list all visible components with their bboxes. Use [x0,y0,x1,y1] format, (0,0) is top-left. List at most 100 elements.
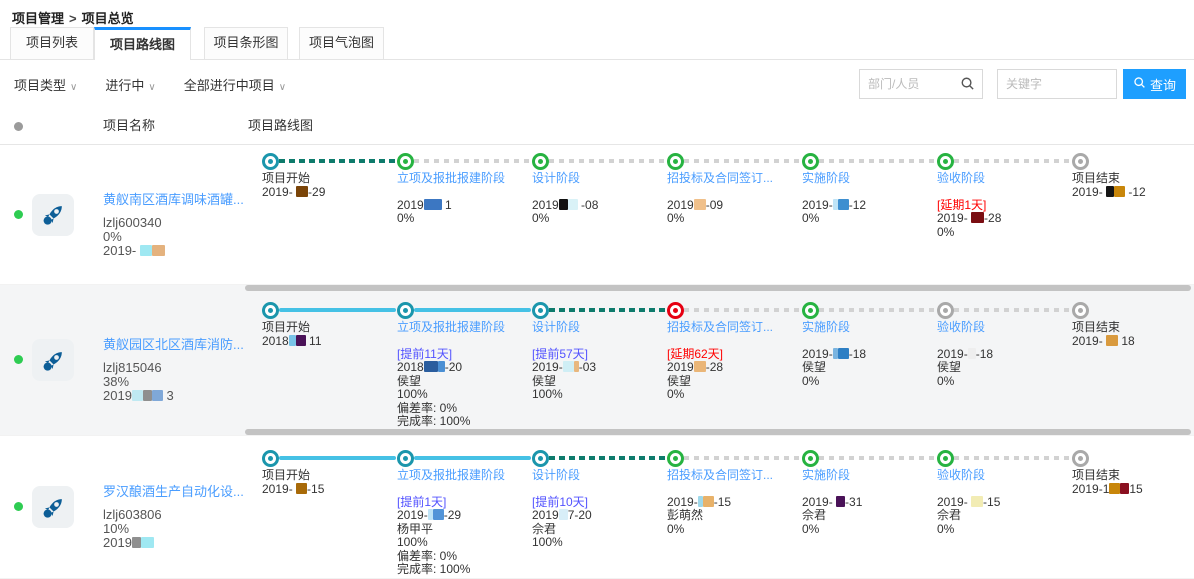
spacer [532,335,672,348]
query-button[interactable]: 查询 [1123,69,1186,99]
stage-name-link[interactable]: 实施阶段 [802,321,942,335]
stage-name-link[interactable]: 立项及报批报建阶段 [397,321,537,335]
stage-node[interactable] [262,302,279,319]
breadcrumb-page: 项目总览 [82,11,134,26]
stage-node[interactable] [667,450,684,467]
redacted-block [559,199,568,210]
stage-node[interactable] [937,153,954,170]
stage-node[interactable] [667,302,684,319]
filter-dropdown-2[interactable]: 进行中∨ [105,75,155,94]
keyword-input[interactable] [997,69,1117,99]
stage-label: 项目开始2019- -15 [262,469,402,496]
stage-node[interactable] [802,153,819,170]
stage-name-link[interactable]: 招投标及合同签订... [667,321,807,335]
query-button-label: 查询 [1150,75,1176,94]
redacted-block [694,199,706,210]
stage-node[interactable] [667,153,684,170]
tab-4[interactable]: 项目气泡图 [299,27,384,59]
stage-name-link[interactable]: 立项及报批报建阶段 [397,172,537,186]
filter-label: 进行中 [105,78,144,93]
stage-label: 项目开始2019- -29 [262,172,402,199]
stage-node[interactable] [532,302,549,319]
project-list: 黄舣南区酒库调味酒罐...lzlj6003400%2019- 项目开始2019-… [0,145,1194,579]
project-icon [32,339,74,381]
search-area: 查询 [859,69,1186,99]
stage-name-link[interactable]: 验收阶段 [937,321,1077,335]
stage-node[interactable] [1072,302,1089,319]
spacer [397,483,537,496]
search-icon [1133,76,1146,92]
stage-name-link[interactable]: 设计阶段 [532,321,672,335]
rocket-icon [40,347,67,374]
node-core [268,159,273,164]
status-dot [14,210,23,219]
tab-3[interactable]: 项目条形图 [204,27,288,59]
horizontal-scrollbar[interactable] [245,285,1191,291]
project-date: 2019 [103,536,253,550]
stage-connector [819,159,936,163]
stage-badge: [提前1天] [397,496,537,510]
spacer [802,483,942,496]
stage-detail: 0% [802,375,942,389]
tab-2[interactable]: 项目路线图 [94,27,191,60]
stage-connector [954,456,1071,460]
project-name-link[interactable]: 黄舣南区酒库调味酒罐... [103,193,253,207]
stage-detail: 0% [667,212,807,226]
stage-name-link[interactable]: 设计阶段 [532,172,672,186]
stage-badge: [延期62天] [667,348,807,362]
stage-detail: 完成率: 100% [397,415,537,429]
stage-node[interactable] [532,450,549,467]
breadcrumb-section[interactable]: 项目管理 [12,11,64,26]
stage-label: 招投标及合同签订...2019--15彭萌然0% [667,469,807,536]
stage-node[interactable] [397,450,414,467]
stage-name: 项目开始 [262,469,402,483]
project-date: 2019 3 [103,389,253,403]
stage-label: 立项及报批报建阶段2019 10% [397,172,537,226]
redacted-block [833,348,838,359]
stage-name-link[interactable]: 实施阶段 [802,172,942,186]
stage-node[interactable] [1072,450,1089,467]
status-column-dot-icon [14,122,23,131]
stage-name-link[interactable]: 验收阶段 [937,172,1077,186]
filter-dropdown-1[interactable]: 项目类型∨ [14,75,77,94]
stage-name-link[interactable]: 招投标及合同签订... [667,469,807,483]
stage-node[interactable] [937,450,954,467]
horizontal-scrollbar[interactable] [245,429,1191,435]
stage-node[interactable] [802,302,819,319]
node-core [1078,308,1083,313]
stage-name-link[interactable]: 招投标及合同签订... [667,172,807,186]
stage-node[interactable] [532,153,549,170]
stage-node[interactable] [937,302,954,319]
stage-detail: 侯望 [937,361,1077,375]
redacted-block [152,390,163,401]
stage-node[interactable] [262,153,279,170]
stage-name-link[interactable]: 验收阶段 [937,469,1077,483]
filter-dropdown-3[interactable]: 全部进行中项目∨ [184,75,286,94]
status-dot [14,355,23,364]
status-dot [14,502,23,511]
project-name-link[interactable]: 黄舣园区北区酒库消防... [103,338,253,352]
breadcrumb-separator: > [69,11,77,26]
filter-group: 项目类型∨ 进行中∨ 全部进行中项目∨ [14,75,314,94]
stage-node[interactable] [1072,153,1089,170]
stage-detail: 侯望 [667,375,807,389]
stage-detail: 0% [937,226,1077,240]
stage-node[interactable] [397,302,414,319]
stage-name-link[interactable]: 实施阶段 [802,469,942,483]
search-icon[interactable] [960,76,975,96]
stage-node[interactable] [397,153,414,170]
stage-label: 设计阶段[提前10天]20197-20佘君100% [532,469,672,550]
redacted-block [694,361,706,372]
redacted-block [1114,186,1125,197]
stage-node[interactable] [802,450,819,467]
redacted-block [838,348,849,359]
stage-node[interactable] [262,450,279,467]
tab-1[interactable]: 项目列表 [10,27,94,59]
redacted-block [568,199,578,210]
stage-name-link[interactable]: 立项及报批报建阶段 [397,469,537,483]
project-name-link[interactable]: 罗汉酿酒生产自动化设... [103,485,253,499]
stage-date: 2019--12 [802,199,942,213]
stage-name-link[interactable]: 设计阶段 [532,469,672,483]
stage-badge: [提前57天] [532,348,672,362]
project-info: 黄舣园区北区酒库消防...lzlj81504638%2019 3 [103,338,253,403]
